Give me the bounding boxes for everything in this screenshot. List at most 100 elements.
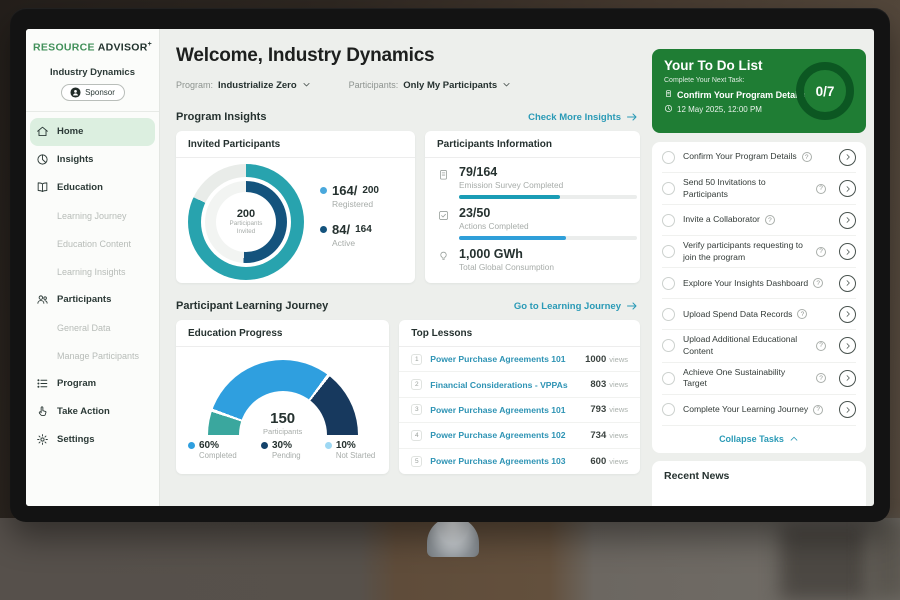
sidebar-item-general-data[interactable]: General Data <box>26 314 159 342</box>
sidebar-item-label: Education Content <box>57 239 131 249</box>
help-icon[interactable]: ? <box>765 215 775 225</box>
sidebar-item-program[interactable]: Program <box>26 370 159 398</box>
recent-news-card: Recent News <box>652 461 866 506</box>
clipboard-icon <box>664 89 673 100</box>
lesson-link[interactable]: Power Purchase Agreements 101 <box>430 354 565 364</box>
help-icon[interactable]: ? <box>802 152 812 162</box>
sidebar-item-label: Home <box>57 126 83 137</box>
participants-dropdown[interactable]: Participants: Only My Participants <box>349 76 512 94</box>
help-icon[interactable]: ? <box>813 405 823 415</box>
legend-completed: 60% Completed <box>188 440 237 460</box>
lesson-link[interactable]: Financial Considerations - VPPAs <box>430 380 567 390</box>
arrow-right-icon <box>626 112 638 122</box>
task-open-button[interactable] <box>839 180 856 197</box>
progress-bar <box>459 195 637 199</box>
stat-actions-completed: 23/50 Actions Completed <box>437 206 628 240</box>
legend-value-denominator: 164 <box>355 224 372 235</box>
task-label: Verify participants requesting to join t… <box>683 240 811 263</box>
task-open-button[interactable] <box>839 149 856 166</box>
link-label: Go to Learning Journey <box>514 301 621 312</box>
task-checkbox[interactable] <box>662 372 675 385</box>
invited-donut-chart: 200 Participants Invited <box>188 164 304 280</box>
task-row[interactable]: Upload Additional Educational Content ? <box>662 330 856 362</box>
help-icon[interactable]: ? <box>816 247 826 257</box>
sidebar-item-label: Settings <box>57 434 94 445</box>
task-checkbox[interactable] <box>662 182 675 195</box>
logo-text-primary: RESOURCE <box>33 42 95 54</box>
participants-dropdown-value: Only My Participants <box>403 80 497 91</box>
task-open-button[interactable] <box>839 370 856 387</box>
survey-icon <box>437 165 451 199</box>
sponsor-badge-label: Sponsor <box>85 88 115 97</box>
task-label: Invite a Collaborator <box>683 214 760 226</box>
sidebar-item-insights[interactable]: Insights <box>26 146 159 174</box>
help-icon[interactable]: ? <box>816 184 826 194</box>
invited-participants-card: Invited Participants 200 Participants In… <box>176 131 415 283</box>
task-row[interactable]: Invite a Collaborator ? <box>662 205 856 236</box>
check-more-insights-link[interactable]: Check More Insights <box>528 112 638 123</box>
sidebar-item-education[interactable]: Education <box>26 174 159 202</box>
sidebar-item-participants[interactable]: Participants <box>26 286 159 314</box>
org-name: Industry Dynamics <box>26 67 159 78</box>
task-open-button[interactable] <box>839 337 856 354</box>
task-checkbox[interactable] <box>662 245 675 258</box>
card-title: Education Progress <box>176 320 389 347</box>
task-checkbox[interactable] <box>662 308 675 321</box>
task-open-button[interactable] <box>839 401 856 418</box>
sidebar-item-home[interactable]: Home <box>30 118 155 146</box>
sidebar-item-label: Learning Journey <box>57 211 127 221</box>
task-row[interactable]: Verify participants requesting to join t… <box>662 236 856 268</box>
program-dropdown[interactable]: Program: Industrialize Zero <box>176 76 311 94</box>
sidebar-item-learning-insights[interactable]: Learning Insights <box>26 258 159 286</box>
chevron-right-icon <box>844 248 852 256</box>
help-icon[interactable]: ? <box>797 309 807 319</box>
task-open-button[interactable] <box>839 275 856 292</box>
dashboard-screen: RESOURCE ADVISOR+ Industry Dynamics Spon… <box>26 29 874 506</box>
sidebar-item-label: General Data <box>57 323 111 333</box>
legend-value-denominator: 200 <box>362 185 379 196</box>
program-dropdown-value: Industrialize Zero <box>218 80 297 91</box>
task-checkbox[interactable] <box>662 339 675 352</box>
sidebar-item-settings[interactable]: Settings <box>26 426 159 454</box>
stat-total-consumption: 1,000 GWh Total Global Consumption <box>437 247 628 272</box>
task-checkbox[interactable] <box>662 277 675 290</box>
task-row[interactable]: Explore Your Insights Dashboard ? <box>662 268 856 299</box>
collapse-tasks-link[interactable]: Collapse Tasks <box>662 426 856 453</box>
app-logo: RESOURCE ADVISOR+ <box>26 41 159 54</box>
lesson-link[interactable]: Power Purchase Agreements 103 <box>430 456 565 466</box>
go-to-learning-journey-link[interactable]: Go to Learning Journey <box>514 301 638 312</box>
sidebar-item-take-action[interactable]: Take Action <box>26 398 159 426</box>
progress-bar <box>459 236 637 240</box>
sidebar-item-education-content[interactable]: Education Content <box>26 230 159 258</box>
todo-progress-ring: 0/7 <box>796 62 854 120</box>
task-open-button[interactable] <box>839 212 856 229</box>
legend-dot <box>325 442 332 449</box>
task-checkbox[interactable] <box>662 403 675 416</box>
task-row[interactable]: Send 50 Invitations to Participants ? <box>662 173 856 205</box>
task-checkbox[interactable] <box>662 214 675 227</box>
task-row[interactable]: Upload Spend Data Records ? <box>662 299 856 330</box>
task-row[interactable]: Complete Your Learning Journey ? <box>662 395 856 426</box>
lesson-link[interactable]: Power Purchase Agreements 102 <box>430 430 565 440</box>
help-icon[interactable]: ? <box>816 341 826 351</box>
sponsor-badge: Sponsor <box>61 84 125 101</box>
task-row[interactable]: Confirm Your Program Details ? <box>662 142 856 173</box>
help-icon[interactable]: ? <box>813 278 823 288</box>
task-open-button[interactable] <box>839 306 856 323</box>
chevron-right-icon <box>844 279 852 287</box>
help-icon[interactable]: ? <box>816 373 826 383</box>
chevron-down-icon <box>302 76 311 94</box>
arrow-right-icon <box>626 301 638 311</box>
progress-bar-fill <box>459 195 560 199</box>
stat-label: Actions Completed <box>459 221 637 231</box>
task-open-button[interactable] <box>839 243 856 260</box>
education-legend: 60% Completed 30% Pending 10% Not Starte… <box>176 440 389 460</box>
sidebar-item-manage-participants[interactable]: Manage Participants <box>26 342 159 370</box>
sidebar-item-learning-journey[interactable]: Learning Journey <box>26 202 159 230</box>
legend-dot <box>320 226 327 233</box>
task-label: Explore Your Insights Dashboard <box>683 278 808 290</box>
task-checkbox[interactable] <box>662 151 675 164</box>
task-row[interactable]: Achieve One Sustainability Target ? <box>662 363 856 395</box>
chevron-right-icon <box>844 374 852 382</box>
lesson-link[interactable]: Power Purchase Agreements 101 <box>430 405 565 415</box>
